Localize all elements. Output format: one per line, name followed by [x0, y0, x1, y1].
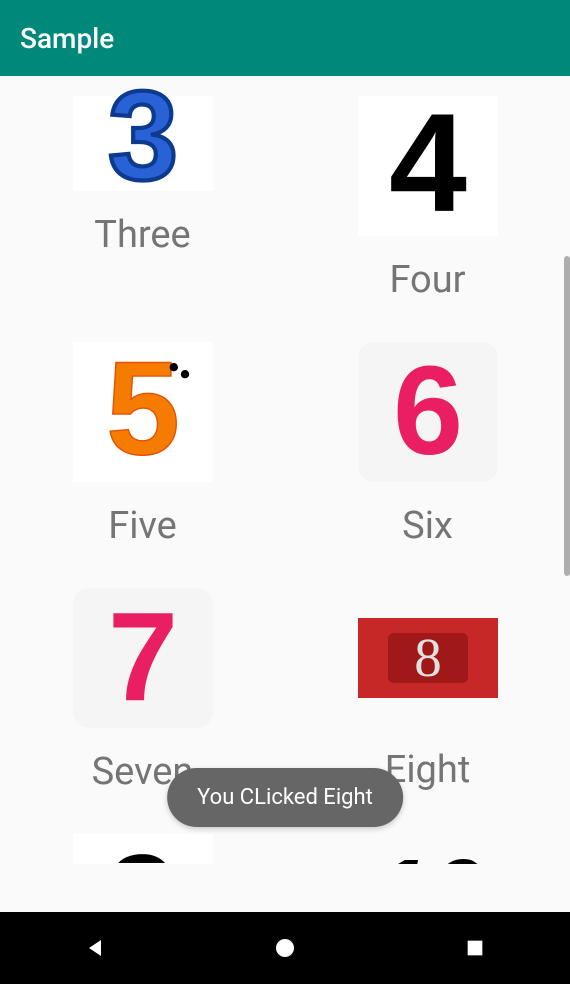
- grid-item-ten[interactable]: 10: [285, 834, 570, 908]
- grid-label: Four: [389, 258, 465, 302]
- grid-item-nine[interactable]: 9: [0, 834, 285, 908]
- number-image-seven: 7: [73, 588, 213, 728]
- number-image-nine: 9: [73, 834, 213, 864]
- number-image-four: 4: [358, 96, 498, 236]
- recents-button[interactable]: [460, 933, 490, 963]
- svg-text:5: 5: [106, 342, 180, 482]
- grid-item-six[interactable]: 6 Six: [285, 342, 570, 588]
- number-image-ten: 10: [358, 834, 498, 864]
- svg-text:10: 10: [372, 839, 483, 864]
- svg-text:3: 3: [107, 76, 177, 206]
- number-image-six: 6: [358, 342, 498, 482]
- back-button[interactable]: [80, 933, 110, 963]
- grid-label: Five: [108, 504, 177, 548]
- home-button[interactable]: [270, 933, 300, 963]
- svg-text:4: 4: [389, 96, 467, 236]
- app-title: Sample: [20, 22, 114, 55]
- toast-message: You CLicked Eight: [167, 768, 403, 827]
- grid-label: Three: [94, 213, 190, 257]
- number-image-three: 3: [73, 96, 213, 191]
- svg-text:8: 8: [414, 627, 442, 688]
- svg-text:6: 6: [392, 342, 462, 481]
- grid-item-five[interactable]: 5 Five: [0, 342, 285, 588]
- number-image-five: 5: [73, 342, 213, 482]
- svg-text:9: 9: [106, 835, 180, 863]
- navigation-bar: [0, 912, 570, 984]
- number-image-eight: 8: [358, 618, 498, 698]
- grid-item-three[interactable]: 3 Three: [0, 96, 285, 342]
- grid-item-four[interactable]: 4 Four: [285, 96, 570, 342]
- app-bar: Sample: [0, 0, 570, 76]
- svg-text:7: 7: [107, 588, 177, 727]
- scrollbar[interactable]: [564, 256, 570, 576]
- grid-label: Six: [402, 504, 453, 548]
